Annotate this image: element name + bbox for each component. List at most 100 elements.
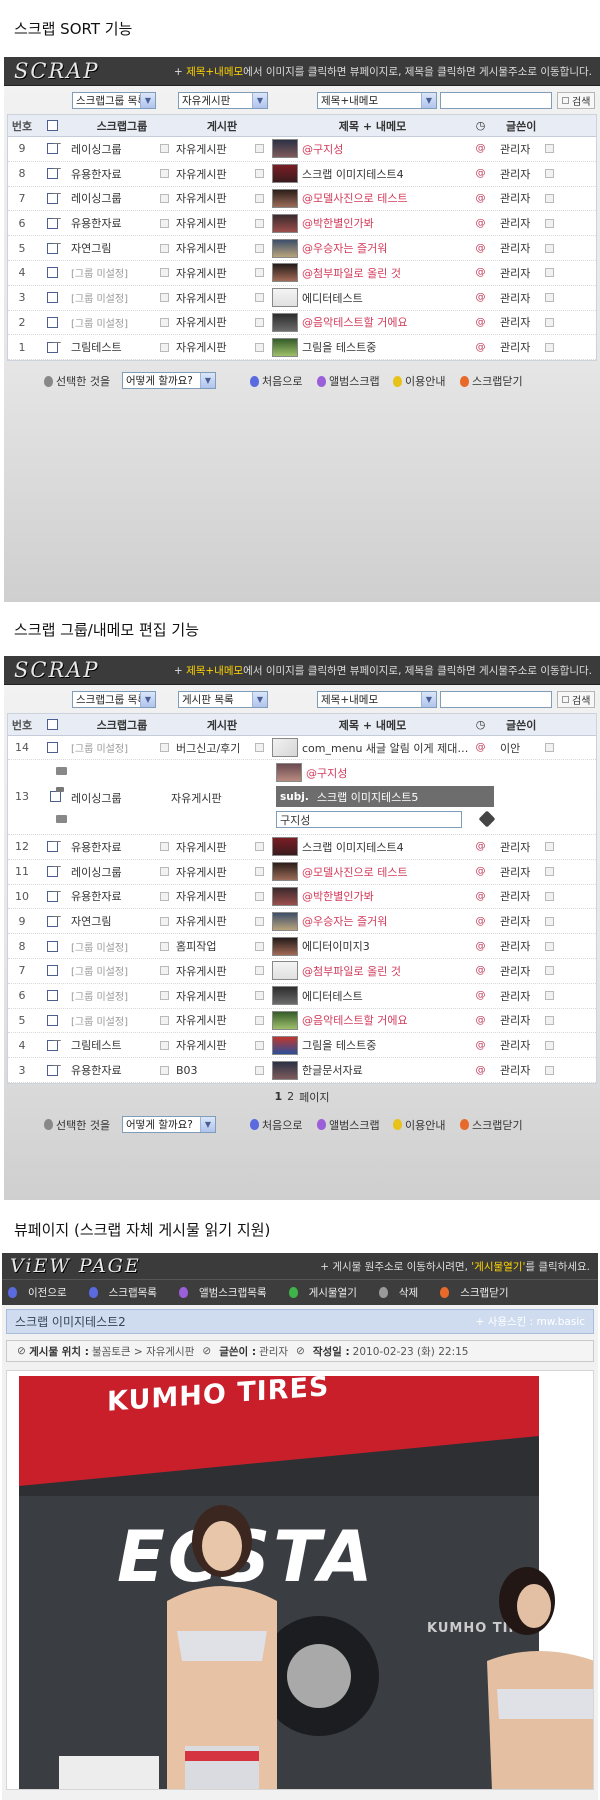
board-select[interactable]: 게시판 목록 ▼	[178, 691, 268, 708]
board-link-icon[interactable]	[255, 891, 264, 901]
edit-icon[interactable]	[160, 268, 169, 278]
writer-icon[interactable]	[545, 317, 554, 327]
edit-icon[interactable]	[160, 243, 169, 253]
row-checkbox[interactable]	[36, 841, 68, 853]
row-subject[interactable]: 에디터이미지3	[268, 936, 473, 956]
writer-icon[interactable]	[545, 144, 554, 154]
memo-icon[interactable]: @	[476, 965, 486, 976]
board-select[interactable]: 자유게시판 ▼	[178, 92, 268, 109]
row-checkbox[interactable]	[50, 787, 64, 802]
memo-icon[interactable]: @	[476, 916, 486, 927]
row-group[interactable]: 그림테스트	[68, 1037, 173, 1053]
board-link-icon[interactable]	[255, 268, 264, 278]
row-writer[interactable]: 관리자	[488, 240, 558, 256]
edit-icon[interactable]	[160, 966, 169, 976]
board-link-icon[interactable]	[255, 966, 264, 976]
close-scrap-link[interactable]: 스크랩닫기	[460, 1117, 523, 1133]
row-writer[interactable]: 관리자	[488, 913, 558, 929]
col-writer[interactable]: 글쓴이	[488, 118, 558, 134]
row-checkbox[interactable]	[36, 292, 68, 304]
writer-icon[interactable]	[545, 966, 554, 976]
group-select[interactable]: 스크랩그룹 목록 ▼	[72, 92, 156, 109]
row-board[interactable]: 자유게시판	[173, 215, 268, 231]
clock-icon[interactable]: ◷	[473, 119, 488, 132]
row-board[interactable]: 자유게시판	[173, 141, 268, 157]
row-board[interactable]: 자유게시판	[173, 1037, 268, 1053]
close-scrap-link[interactable]: 스크랩닫기	[460, 373, 523, 389]
thumbnail-image[interactable]	[272, 188, 298, 208]
edit-icon[interactable]	[160, 193, 169, 203]
board-link-icon[interactable]	[255, 144, 264, 154]
home-link[interactable]: 처음으로	[250, 1117, 302, 1133]
row-subject[interactable]: 스크랩 이미지테스트4	[268, 164, 473, 184]
row-writer[interactable]: 관리자	[488, 839, 558, 855]
row-subject[interactable]: com_menu 새글 알림 이게 제대…	[268, 738, 473, 757]
row-writer[interactable]: 관리자	[488, 864, 558, 880]
thumbnail-image[interactable]	[272, 961, 298, 981]
guide-link[interactable]: 이용안내	[393, 1117, 445, 1133]
row-subject[interactable]: @우승자는 즐거워	[268, 911, 473, 931]
row-subject[interactable]: 스크랩 이미지테스트4	[268, 837, 473, 857]
search-input[interactable]	[440, 691, 552, 708]
board-link-icon[interactable]	[255, 743, 264, 752]
row-board[interactable]: B03	[173, 1064, 268, 1077]
board-link-icon[interactable]	[255, 1015, 264, 1025]
edit-icon[interactable]	[160, 144, 169, 154]
memo-icon[interactable]: @	[476, 218, 486, 229]
row-board[interactable]: 자유게시판	[173, 240, 268, 256]
memo-icon[interactable]: @	[476, 990, 486, 1001]
memo-icon[interactable]: @	[476, 342, 486, 353]
writer-icon[interactable]	[545, 1040, 554, 1050]
album-list-link[interactable]: 앨범스크랩목록	[178, 1285, 278, 1300]
memo-icon[interactable]: @	[476, 941, 486, 952]
edit-icon[interactable]	[160, 342, 169, 352]
row-subject[interactable]: 한글문서자료	[268, 1060, 473, 1080]
thumbnail-image[interactable]	[272, 164, 298, 184]
row-group[interactable]: [그룹 미설정]	[68, 315, 173, 330]
edit-icon[interactable]	[160, 317, 169, 327]
row-checkbox[interactable]	[36, 940, 68, 952]
search-input[interactable]	[440, 92, 552, 109]
row-writer[interactable]: 관리자	[488, 1012, 558, 1028]
writer-icon[interactable]	[545, 743, 554, 752]
col-board[interactable]: 게시판	[173, 118, 268, 134]
writer-icon[interactable]	[545, 218, 554, 228]
memo-edit-input[interactable]: 구지성	[276, 811, 462, 828]
board-link-icon[interactable]	[255, 243, 264, 253]
clock-icon[interactable]: ◷	[473, 718, 488, 731]
edit-icon[interactable]	[160, 293, 169, 303]
board-link-icon[interactable]	[255, 916, 264, 926]
row-board[interactable]: 홈피작업	[173, 938, 268, 954]
thumbnail-image[interactable]	[272, 1010, 298, 1030]
thumbnail-image[interactable]	[272, 337, 298, 357]
thumbnail-image[interactable]	[272, 837, 298, 857]
row-checkbox[interactable]	[36, 1014, 68, 1026]
row-checkbox[interactable]	[36, 341, 68, 353]
writer-icon[interactable]	[545, 293, 554, 303]
row-board[interactable]: 자유게시판	[173, 290, 268, 306]
row-subject[interactable]: @첨부파일로 올린 것	[268, 961, 473, 981]
memo-icon[interactable]: @	[476, 1065, 486, 1076]
board-link-icon[interactable]	[255, 842, 264, 852]
thumbnail-image[interactable]	[272, 213, 298, 233]
search-button[interactable]: 검색	[557, 691, 596, 708]
guide-link[interactable]: 이용안내	[393, 373, 445, 389]
thumbnail-image[interactable]	[272, 886, 298, 906]
home-link[interactable]: 처음으로	[250, 373, 302, 389]
thumbnail-image[interactable]	[272, 936, 298, 956]
row-group[interactable]: 유용한자료	[68, 839, 173, 855]
row-group[interactable]: [그룹 미설정]	[68, 740, 173, 755]
thumbnail-image[interactable]	[272, 986, 298, 1006]
edit-icon[interactable]	[160, 169, 169, 179]
thumbnail-image[interactable]	[272, 1035, 298, 1055]
row-group[interactable]: 유용한자료	[68, 888, 173, 904]
memo-icon[interactable]: @	[476, 317, 486, 328]
row-board[interactable]: 자유게시판	[173, 339, 268, 355]
thumbnail-image[interactable]	[272, 139, 298, 159]
row-group[interactable]: 레이싱그룹	[68, 190, 173, 206]
board-link-icon[interactable]	[255, 941, 264, 951]
memo-icon[interactable]: @	[476, 841, 486, 852]
select-all-checkbox[interactable]	[36, 719, 68, 730]
subject-edit-bar[interactable]: subj. 스크랩 이미지테스트5	[276, 786, 494, 807]
board-link-icon[interactable]	[255, 991, 264, 1001]
